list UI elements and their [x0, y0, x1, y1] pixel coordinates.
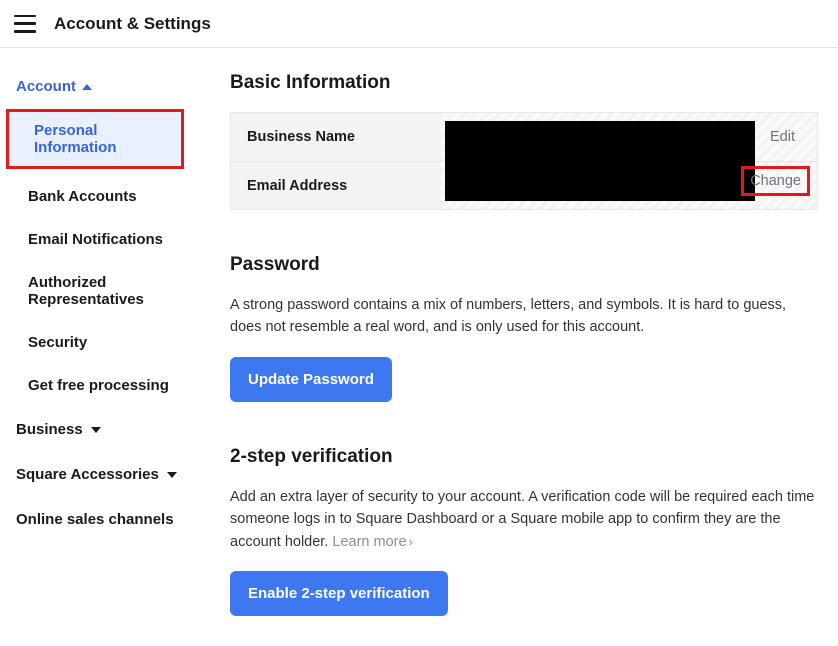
nav-group-online-sales-channels[interactable]: Online sales channels: [0, 497, 210, 542]
content: Basic Information Business Name Edit Ema…: [210, 48, 838, 646]
learn-more-text: Learn more: [332, 534, 406, 550]
business-name-label: Business Name: [231, 113, 441, 161]
caret-down-icon: [167, 472, 177, 478]
topbar: Account & Settings: [0, 0, 838, 48]
email-label: Email Address: [231, 162, 441, 209]
nav-group-accessories-label: Square Accessories: [16, 466, 159, 483]
learn-more-link[interactable]: Learn more›: [332, 534, 413, 550]
change-email-button[interactable]: Change: [744, 169, 807, 193]
caret-down-icon: [91, 427, 101, 433]
password-description: A strong password contains a mix of numb…: [230, 294, 818, 339]
nav-group-account[interactable]: Account: [0, 74, 210, 109]
update-password-button[interactable]: Update Password: [230, 357, 392, 402]
nav-group-square-accessories[interactable]: Square Accessories: [0, 452, 210, 497]
sidebar-item-authorized-representatives[interactable]: Authorized Representatives: [0, 261, 210, 321]
nav-group-business[interactable]: Business: [0, 407, 210, 452]
sidebar-item-bank-accounts[interactable]: Bank Accounts: [0, 175, 210, 218]
two-step-description: Add an extra layer of security to your a…: [230, 486, 818, 553]
sidebar: Account Personal Information Bank Accoun…: [0, 48, 210, 646]
nav-group-account-label: Account: [16, 78, 76, 95]
password-heading: Password: [230, 254, 818, 276]
sidebar-item-security[interactable]: Security: [0, 321, 210, 364]
two-step-desc-text: Add an extra layer of security to your a…: [230, 489, 814, 550]
nav-group-business-label: Business: [16, 421, 83, 438]
caret-right-icon: ›: [409, 534, 413, 549]
enable-two-step-button[interactable]: Enable 2-step verification: [230, 571, 448, 616]
caret-up-icon: [82, 84, 92, 90]
page-title: Account & Settings: [54, 14, 211, 34]
password-section: Password A strong password contains a mi…: [230, 254, 818, 402]
basic-info-heading: Basic Information: [230, 72, 818, 94]
two-step-section: 2-step verification Add an extra layer o…: [230, 446, 818, 616]
basic-info-table: Business Name Edit Email Address x Chang…: [230, 112, 818, 210]
hamburger-icon[interactable]: [14, 15, 36, 33]
nav-group-online-label: Online sales channels: [16, 511, 174, 528]
sidebar-item-get-free-processing[interactable]: Get free processing: [0, 364, 210, 407]
edit-business-name[interactable]: Edit: [748, 129, 817, 145]
sidebar-item-email-notifications[interactable]: Email Notifications: [0, 218, 210, 261]
sidebar-item-personal-information[interactable]: Personal Information: [6, 109, 184, 169]
two-step-heading: 2-step verification: [230, 446, 818, 468]
redacted-block: [445, 121, 755, 201]
